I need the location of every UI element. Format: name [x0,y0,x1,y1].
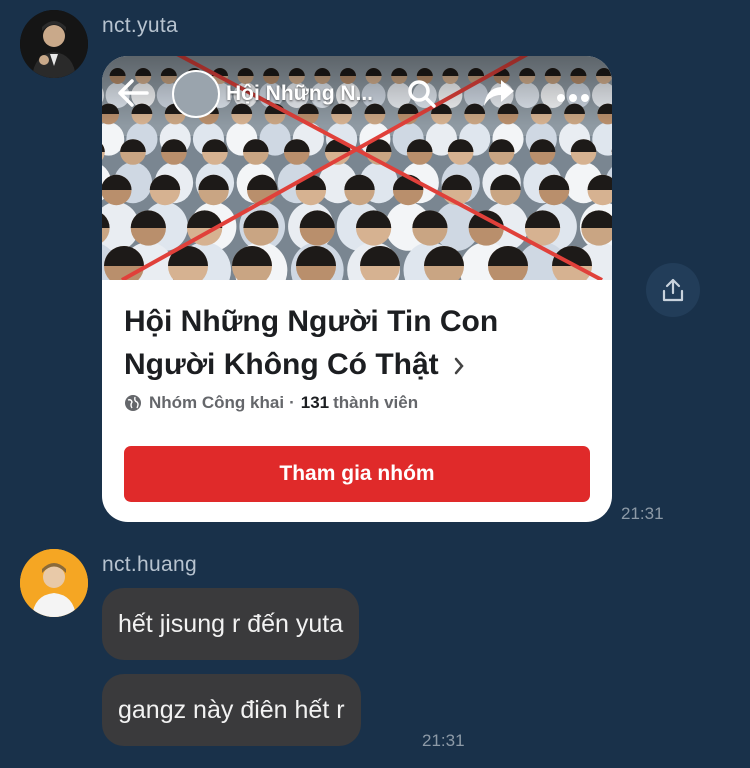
avatar-nct-yuta[interactable] [20,10,88,78]
message-time: 21:31 [621,504,664,523]
group-name: Hội Những Người Tin Con Người Không Có T… [124,305,499,381]
group-name-link[interactable]: Hội Những Người Tin Con Người Không Có T… [124,300,594,388]
message-time: 21:31 [422,731,465,750]
globe-icon [124,394,142,412]
shared-group-card[interactable]: Hội Những N... Hội Những Người Tin Con N… [102,56,612,522]
message-bubble[interactable]: hết jisung r đến yuta [102,588,360,660]
user-avatar-icon [20,10,88,78]
avatar-nct-huang[interactable] [20,549,88,617]
share-button[interactable] [646,263,700,317]
sender-name: nct.yuta [102,14,178,37]
group-meta: Nhóm Công khai · 131 thành viên [124,393,418,413]
share-arrow-icon[interactable] [482,78,516,113]
search-icon[interactable] [406,78,438,115]
more-icon[interactable] [556,90,590,108]
member-label: thành viên [333,393,419,412]
message-bubble[interactable]: gangz này điên hết r [102,674,361,746]
group-privacy: Nhóm Công khai [149,393,285,412]
meta-separator: · [289,393,295,412]
back-arrow-icon[interactable] [116,78,150,113]
member-count: 131 [300,393,330,412]
chevron-right-icon [453,345,465,388]
group-thumbnail [172,70,220,118]
user-avatar-icon [20,549,88,617]
join-group-button[interactable]: Tham gia nhóm [124,446,590,502]
upload-share-icon [662,278,684,302]
cover-group-title: Hội Những N... [226,82,374,105]
group-cover-image: Hội Những N... [102,56,612,280]
sender-name: nct.huang [102,553,197,576]
